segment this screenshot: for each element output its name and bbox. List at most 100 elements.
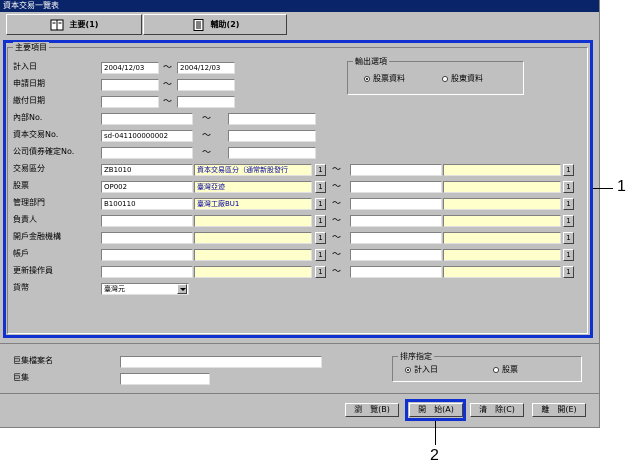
chevron-down-icon[interactable]: [177, 284, 187, 294]
title-bar: 資本交易一覽表: [0, 0, 599, 12]
radio-stock-data-label: 股票資料: [373, 74, 405, 83]
row-label: 開戶金融機構: [13, 232, 61, 241]
macro-label: 巨集: [13, 373, 29, 382]
clear-button[interactable]: 清 除(C): [470, 403, 524, 417]
picker-button[interactable]: 1: [315, 266, 326, 278]
code-to-field[interactable]: [350, 249, 442, 261]
capital-no-from-field[interactable]: sd-041100000002: [101, 130, 193, 142]
range-separator: ～: [163, 97, 173, 107]
code-from-field[interactable]: ZB1010: [101, 164, 193, 176]
row-label: 內部No.: [13, 113, 43, 122]
code-to-field[interactable]: [350, 181, 442, 193]
range-separator: ～: [332, 165, 342, 175]
picker-button[interactable]: 1: [315, 215, 326, 227]
apply-date-to-field[interactable]: [177, 79, 235, 91]
code-to-field[interactable]: [350, 215, 442, 227]
tab-main[interactable]: 主要(1): [6, 14, 142, 35]
name-to-field: [443, 181, 561, 193]
code-from-field[interactable]: [101, 266, 193, 278]
picker-button[interactable]: 1: [315, 181, 326, 193]
apply-date-from-field[interactable]: [101, 79, 159, 91]
name-to-field: [443, 266, 561, 278]
row-label: 申請日期: [13, 79, 45, 88]
internal-no-to-field[interactable]: [228, 113, 316, 125]
picker-button[interactable]: 1: [563, 181, 574, 193]
tab-aux[interactable]: 輔助(2): [143, 14, 287, 35]
row-label: 繳付日期: [13, 96, 45, 105]
range-separator: ～: [332, 233, 342, 243]
range-separator: ～: [163, 63, 173, 73]
code-to-field[interactable]: [350, 232, 442, 244]
name-to-field: [443, 164, 561, 176]
picker-button[interactable]: 1: [315, 198, 326, 210]
macro-input[interactable]: [120, 373, 210, 385]
date-from-field[interactable]: 2004/12/03: [101, 62, 159, 74]
row-label: 股票: [13, 181, 29, 190]
picker-button[interactable]: 1: [315, 164, 326, 176]
code-from-field[interactable]: [101, 232, 193, 244]
callout-line-2: [435, 421, 436, 445]
picker-button[interactable]: 1: [563, 266, 574, 278]
radio-stock-data[interactable]: [364, 76, 370, 82]
radio-shareholder-data[interactable]: [442, 76, 448, 82]
radio-sort-stock[interactable]: [493, 367, 499, 373]
picker-button[interactable]: 1: [315, 232, 326, 244]
code-to-field[interactable]: [350, 164, 442, 176]
tab-main-label: 主要(1): [69, 20, 99, 29]
picker-button[interactable]: 1: [563, 232, 574, 244]
picker-button[interactable]: 1: [315, 249, 326, 261]
picker-button[interactable]: 1: [563, 164, 574, 176]
range-separator: ～: [332, 267, 342, 277]
range-separator: ～: [332, 182, 342, 192]
close-button[interactable]: 離 開(E): [532, 403, 586, 417]
app-window: 資本交易一覽表 主要(1) 輔助(2) 主要項目 計入日 2004/12/03 …: [0, 0, 600, 428]
bond-no-from-field[interactable]: [101, 147, 193, 159]
radio-sort-stock-label: 股票: [502, 365, 518, 374]
picker-button[interactable]: 1: [563, 198, 574, 210]
sort-group-title: 排序指定: [398, 351, 434, 362]
divider: [0, 393, 599, 394]
picker-button[interactable]: 1: [563, 249, 574, 261]
code-from-field[interactable]: [101, 215, 193, 227]
currency-select[interactable]: 臺灣元: [101, 283, 189, 295]
internal-no-from-field[interactable]: [101, 113, 193, 125]
bond-no-to-field[interactable]: [228, 147, 316, 159]
row-label: 資本交易No.: [13, 130, 59, 139]
name-from-field: [194, 249, 312, 261]
macro-file-label: 巨集檔案名: [13, 356, 53, 365]
code-from-field[interactable]: B100110: [101, 198, 193, 210]
row-label: 交易區分: [13, 164, 45, 173]
row-label: 管理部門: [13, 198, 45, 207]
range-separator: ～: [163, 80, 173, 90]
pay-date-from-field[interactable]: [101, 96, 159, 108]
main-criteria-highlight: 主要項目 計入日 2004/12/03 ～ 2004/12/03 申請日期 ～ …: [3, 40, 593, 338]
browse-button[interactable]: 瀏 覽(B): [345, 403, 399, 417]
code-to-field[interactable]: [350, 266, 442, 278]
document-icon: [191, 18, 205, 31]
name-from-field: [194, 266, 312, 278]
name-to-field: [443, 215, 561, 227]
book-icon: [50, 19, 64, 31]
name-from-field: 臺灣亞迹: [194, 181, 312, 193]
radio-shareholder-data-label: 股東資料: [451, 74, 483, 83]
range-separator: ～: [202, 131, 212, 141]
pay-date-to-field[interactable]: [177, 96, 235, 108]
code-to-field[interactable]: [350, 198, 442, 210]
row-label: 更新操作員: [13, 266, 53, 275]
macro-file-input[interactable]: [120, 356, 322, 368]
row-label: 公司債券確定No.: [13, 147, 75, 156]
row-label: 負責人: [13, 215, 37, 224]
picker-button[interactable]: 1: [563, 215, 574, 227]
radio-sort-date-label: 計入日: [414, 365, 438, 374]
range-separator: ～: [202, 148, 212, 158]
start-button-highlight: [405, 399, 466, 421]
range-separator: ～: [332, 199, 342, 209]
name-from-field: 臺灣工廠BU1: [194, 198, 312, 210]
code-from-field[interactable]: OP002: [101, 181, 193, 193]
callout-2: 2: [430, 447, 439, 464]
capital-no-to-field[interactable]: [228, 130, 316, 142]
radio-sort-date[interactable]: [405, 367, 411, 373]
callout-1: 1: [617, 178, 626, 195]
date-to-field[interactable]: 2004/12/03: [177, 62, 235, 74]
code-from-field[interactable]: [101, 249, 193, 261]
